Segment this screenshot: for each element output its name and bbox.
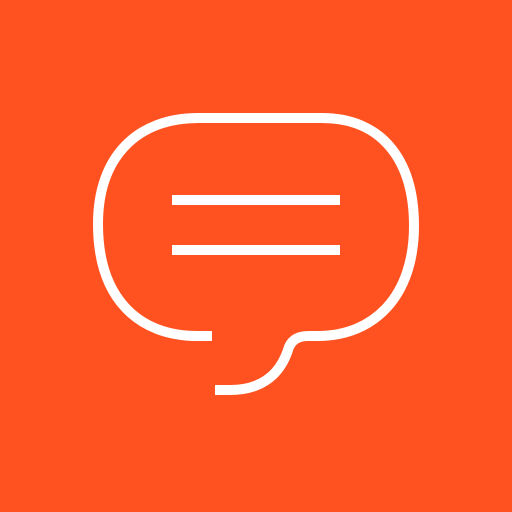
chat-bubble-icon [0, 0, 512, 512]
icon-background [0, 0, 512, 512]
app-icon [0, 0, 512, 512]
